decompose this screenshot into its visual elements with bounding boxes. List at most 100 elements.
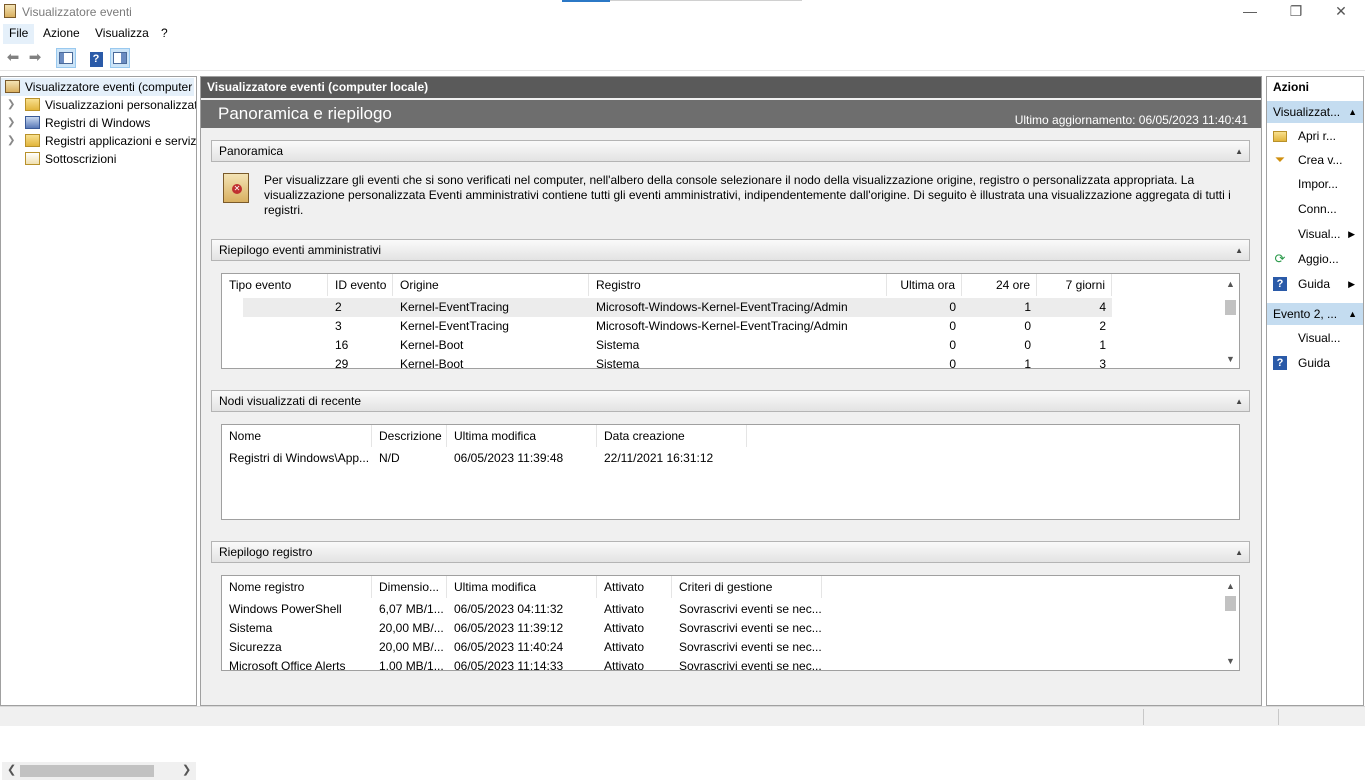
col-header-last-modified[interactable]: Ultima modifica — [447, 576, 597, 598]
col-header-source[interactable]: Origine — [393, 274, 589, 296]
section-overview-header[interactable]: Panoramica ▲ — [211, 140, 1250, 162]
table-row[interactable]: 16 Kernel-Boot Sistema 0 0 1 — [222, 336, 1112, 355]
table-row[interactable]: Windows PowerShell 6,07 MB/1... 06/05/20… — [222, 600, 822, 619]
collapse-icon[interactable]: ▲ — [1235, 391, 1243, 412]
col-header-7d[interactable]: 7 giorni — [1037, 274, 1112, 296]
cell-last-modified: 06/05/2023 11:39:48 — [454, 451, 564, 465]
col-header-last-modified[interactable]: Ultima modifica — [447, 425, 597, 447]
table-row[interactable]: Sistema 20,00 MB/... 06/05/2023 11:39:12… — [222, 619, 822, 638]
menu-file[interactable]: File — [3, 24, 35, 44]
cell-source: Kernel-EventTracing — [400, 319, 509, 333]
scrollbar-thumb[interactable] — [1225, 300, 1236, 315]
scroll-right-icon[interactable]: ❯ — [182, 763, 191, 776]
minimize-button[interactable]: — — [1227, 0, 1273, 24]
tree-node-custom-views[interactable]: ❯ Visualizzazioni personalizzate — [1, 96, 196, 114]
show-hide-console-tree-button[interactable] — [56, 48, 76, 68]
scroll-down-icon[interactable]: ▼ — [1226, 354, 1235, 364]
cell-7d: 4 — [1099, 300, 1106, 314]
col-header-24h[interactable]: 24 ore — [962, 274, 1037, 296]
folder-open-icon — [1273, 131, 1287, 142]
admin-summary-vertical-scrollbar[interactable]: ▲ ▼ — [1222, 274, 1239, 368]
scroll-up-icon[interactable]: ▲ — [1226, 279, 1235, 289]
log-summary-vertical-scrollbar[interactable]: ▲ ▼ — [1222, 576, 1239, 670]
col-header-event-id[interactable]: ID evento — [328, 274, 393, 296]
col-header-log[interactable]: Registro — [589, 274, 887, 296]
col-header-last-hour[interactable]: Ultima ora — [887, 274, 962, 296]
col-header-name[interactable]: Nome — [222, 425, 372, 447]
scrollbar-thumb[interactable] — [1225, 596, 1236, 611]
restore-button[interactable]: ❐ — [1273, 0, 1319, 24]
cell-log-name: Microsoft Office Alerts — [229, 659, 346, 671]
cell-24h: 1 — [1024, 300, 1031, 314]
chevron-right-icon[interactable]: ❯ — [7, 132, 15, 150]
collapse-icon[interactable]: ▲ — [1348, 303, 1357, 325]
console-tree: Visualizzatore eventi (computer ❯ Visual… — [0, 76, 197, 780]
cell-source: Kernel-Boot — [400, 357, 464, 369]
action-open-saved-log[interactable]: Apri r... — [1267, 124, 1363, 148]
col-header-size[interactable]: Dimensio... — [372, 576, 447, 598]
scroll-up-icon[interactable]: ▲ — [1226, 581, 1235, 591]
collapse-icon[interactable]: ▲ — [1235, 542, 1243, 563]
subscriptions-icon — [25, 152, 40, 165]
scrollbar-thumb[interactable] — [20, 765, 154, 777]
col-header-enabled[interactable]: Attivato — [597, 576, 672, 598]
actions-group-event[interactable]: Evento 2, ... ▲ — [1267, 303, 1363, 325]
tree-horizontal-scrollbar[interactable]: ❮ ❯ — [2, 762, 196, 780]
tree-node-app-service-logs[interactable]: ❯ Registri applicazioni e servizi — [1, 132, 196, 150]
status-divider — [1278, 709, 1279, 725]
table-row[interactable]: 3 Kernel-EventTracing Microsoft-Windows-… — [222, 317, 1112, 336]
section-admin-summary-header[interactable]: Riepilogo eventi amministrativi ▲ — [211, 239, 1250, 261]
action-create-custom-view[interactable]: ⏷ Crea v... — [1267, 148, 1363, 172]
collapse-icon[interactable]: ▲ — [1348, 101, 1357, 123]
section-title: Riepilogo eventi amministrativi — [219, 243, 382, 257]
section-log-summary-header[interactable]: Riepilogo registro ▲ — [211, 541, 1250, 563]
tree-node-root[interactable]: Visualizzatore eventi (computer — [1, 78, 194, 96]
table-row[interactable]: Sicurezza 20,00 MB/... 06/05/2023 11:40:… — [222, 638, 822, 657]
tree-node-subscriptions[interactable]: Sottoscrizioni — [1, 150, 196, 168]
action-refresh[interactable]: ⟳ Aggio... — [1267, 247, 1363, 271]
scroll-left-icon[interactable]: ❮ — [7, 763, 16, 776]
action-help[interactable]: ? Guida ▶ — [1267, 272, 1363, 296]
table-row[interactable]: Registri di Windows\App... N/D 06/05/202… — [222, 449, 747, 468]
tree-node-windows-logs[interactable]: ❯ Registri di Windows — [1, 114, 196, 132]
action-event-view[interactable]: Visual... — [1267, 326, 1363, 350]
close-button[interactable]: ✕ — [1318, 0, 1364, 24]
action-label: Visual... — [1298, 331, 1341, 345]
cell-log-name: Sistema — [229, 621, 273, 635]
action-view[interactable]: Visual... ▶ — [1267, 222, 1363, 246]
menu-visualizza[interactable]: Visualizza — [89, 24, 155, 44]
help-button[interactable]: ? — [86, 48, 106, 68]
chevron-right-icon[interactable]: ❯ — [7, 114, 15, 132]
chevron-right-icon[interactable]: ❯ — [7, 96, 15, 114]
col-header-log-name[interactable]: Nome registro — [222, 576, 372, 598]
col-header-retention-policy[interactable]: Criteri di gestione — [672, 576, 822, 598]
action-event-help[interactable]: ? Guida — [1267, 351, 1363, 375]
scroll-down-icon[interactable]: ▼ — [1226, 656, 1235, 666]
section-recent-nodes-header[interactable]: Nodi visualizzati di recente ▲ — [211, 390, 1250, 412]
back-button[interactable]: ⬅ — [3, 48, 23, 68]
action-connect[interactable]: Conn... — [1267, 197, 1363, 221]
menu-azione[interactable]: Azione — [37, 24, 86, 44]
show-hide-action-pane-button[interactable] — [110, 48, 130, 68]
tree-node-label: Sottoscrizioni — [45, 152, 117, 166]
event-viewer-icon — [5, 80, 20, 93]
center-pane-header: Visualizzatore eventi (computer locale) — [201, 77, 1261, 98]
action-label: Guida — [1298, 277, 1331, 291]
col-header-event-type[interactable]: Tipo evento — [222, 274, 328, 296]
col-header-description[interactable]: Descrizione — [372, 425, 447, 447]
col-header-created[interactable]: Data creazione — [597, 425, 747, 447]
menu-help[interactable]: ? — [155, 24, 174, 44]
table-row[interactable]: 29 Kernel-Boot Sistema 0 1 3 — [222, 355, 1112, 369]
admin-summary-table: Tipo evento ID evento Origine Registro U… — [221, 273, 1240, 369]
actions-group-event-viewer[interactable]: Visualizzat... ▲ — [1267, 101, 1363, 123]
action-import-custom-view[interactable]: Impor... — [1267, 172, 1363, 196]
cell-7d: 1 — [1099, 338, 1106, 352]
forward-button[interactable]: ➡ — [25, 48, 45, 68]
log-summary-table: Nome registro Dimensio... Ultima modific… — [221, 575, 1240, 671]
collapse-icon[interactable]: ▲ — [1235, 240, 1243, 261]
table-row[interactable]: Microsoft Office Alerts 1,00 MB/1... 06/… — [222, 657, 822, 671]
cell-log: Sistema — [596, 338, 640, 352]
collapse-icon[interactable]: ▲ — [1235, 141, 1243, 162]
table-row[interactable]: 2 Kernel-EventTracing Microsoft-Windows-… — [222, 298, 1112, 317]
action-label: Aggio... — [1298, 252, 1339, 266]
